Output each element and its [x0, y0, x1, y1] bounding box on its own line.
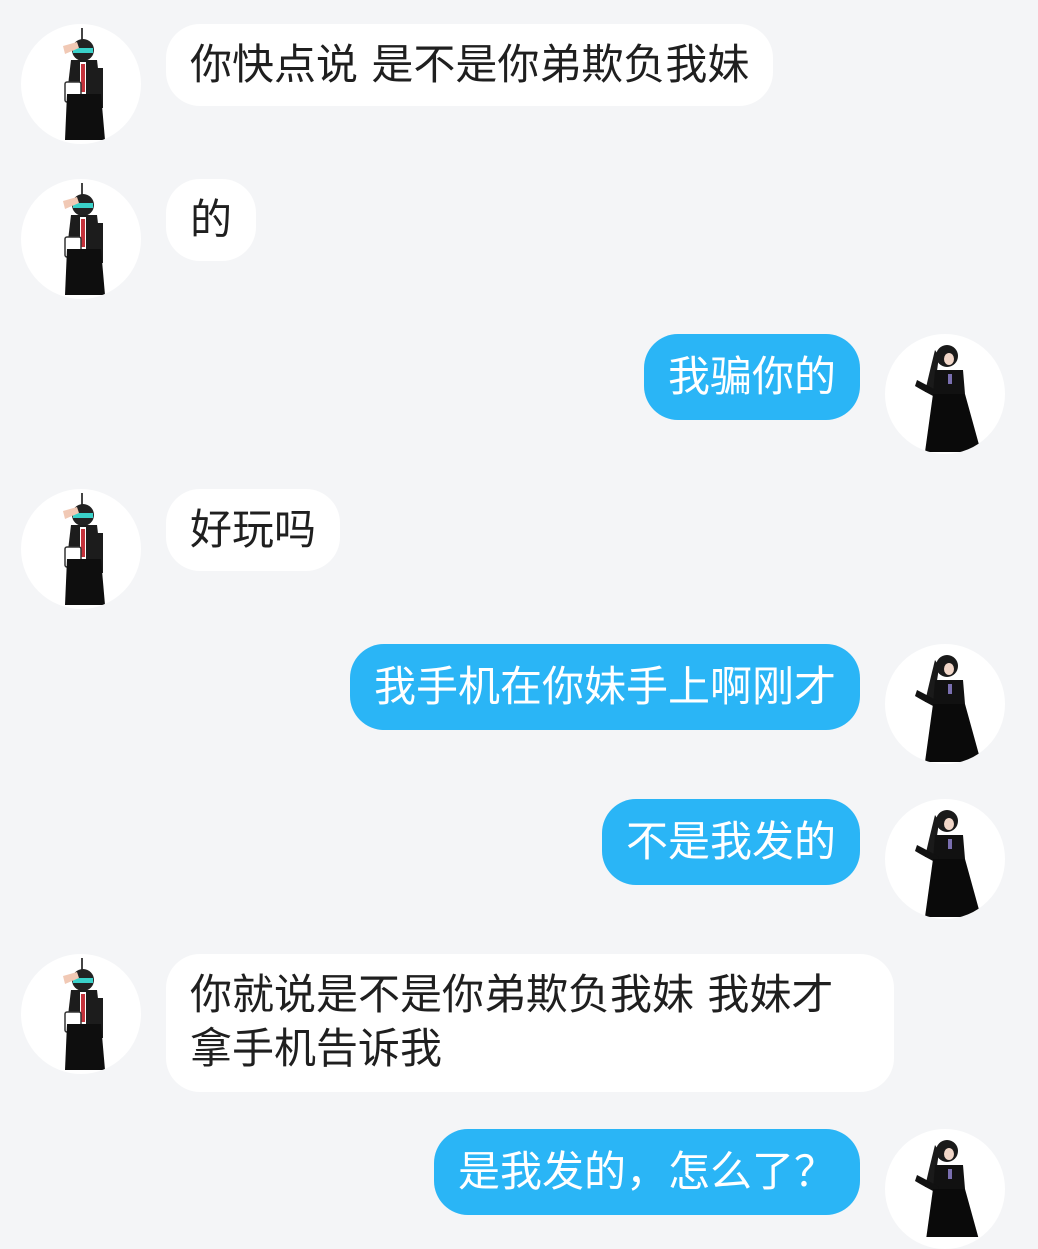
self-avatar-icon[interactable]	[885, 334, 1005, 454]
message-text: 你就说是不是你弟欺负我妹 我妹才拿手机告诉我	[190, 970, 834, 1073]
incoming-message-bubble[interactable]: 你快点说 是不是你弟欺负我妹	[166, 24, 774, 106]
message-text: 的	[190, 195, 233, 244]
other-avatar-icon[interactable]	[21, 489, 141, 609]
incoming-message-bubble[interactable]: 你就说是不是你弟欺负我妹 我妹才拿手机告诉我	[166, 954, 894, 1092]
other-avatar-icon[interactable]	[21, 179, 141, 299]
message-text: 你快点说 是不是你弟欺负我妹	[190, 40, 750, 89]
message-text: 我骗你的	[667, 352, 836, 401]
incoming-message-bubble[interactable]: 好玩吗	[166, 489, 341, 571]
other-avatar-icon[interactable]	[21, 24, 141, 144]
message-text: 好玩吗	[190, 505, 317, 554]
incoming-message-bubble[interactable]: 的	[166, 179, 257, 261]
outgoing-message-bubble[interactable]: 是我发的，怎么了？	[433, 1129, 860, 1215]
self-avatar-icon[interactable]	[885, 644, 1005, 764]
outgoing-message-bubble[interactable]: 不是我发的	[601, 799, 860, 885]
self-avatar-icon[interactable]	[885, 1129, 1005, 1249]
message-text: 我手机在你妹手上啊刚才	[373, 662, 836, 711]
message-text: 是我发的，怎么了？	[457, 1147, 836, 1196]
other-avatar-icon[interactable]	[21, 954, 141, 1074]
message-text: 不是我发的	[625, 817, 836, 866]
outgoing-message-bubble[interactable]: 我骗你的	[643, 334, 860, 420]
outgoing-message-bubble[interactable]: 我手机在你妹手上啊刚才	[349, 644, 860, 730]
self-avatar-icon[interactable]	[885, 799, 1005, 919]
